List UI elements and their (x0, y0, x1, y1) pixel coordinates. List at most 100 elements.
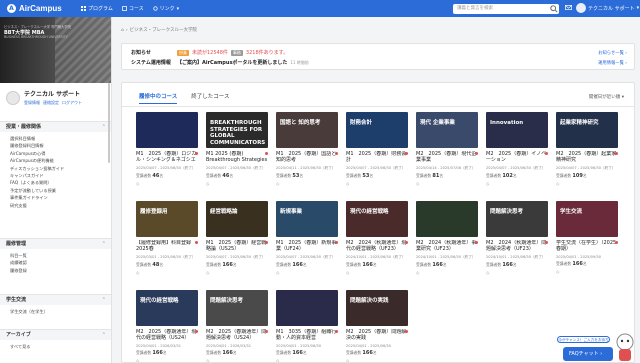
nav-link[interactable]: リンク ▾ (153, 5, 179, 12)
course-thumbnail[interactable]: 問題解決思考 (206, 290, 268, 326)
nav-course[interactable]: コース (121, 5, 144, 12)
logout-link[interactable]: ログアウト (62, 100, 82, 106)
course-title[interactable]: M1 2025（春期）国語と知的思考 (276, 151, 338, 164)
sidebar-item[interactable]: 成績確認 (10, 259, 102, 266)
profile-link-settings[interactable]: 連絡設定 (43, 100, 59, 106)
sidebar-item[interactable]: 履修登録 (10, 267, 102, 274)
course-thumbnail[interactable]: BREAKTHROUGH STRATEGIES FOR GLOBAL COMMU… (206, 112, 268, 148)
sidebar-item[interactable]: AirCampusの便利機能 (10, 157, 102, 164)
side-head[interactable]: アーカイブ ⌃ (0, 329, 111, 340)
course-thumbnail[interactable]: 現代の経営戦略 (346, 201, 408, 237)
sidebar-item[interactable]: 学生交流（在学生） (10, 308, 102, 315)
course-title[interactable]: M2 2024（秋期通年）事業研究（UF23） (416, 240, 478, 253)
tab-finished-courses[interactable]: 終了したコース (191, 92, 229, 104)
unread-count-link[interactable]: 未読が12548件 (192, 49, 228, 56)
avatar (576, 3, 586, 13)
course-card[interactable]: M1 3035（春期）組織行動・人的資本経営 2025/04/01 - 2025/… (276, 290, 338, 362)
sidebar-item[interactable]: 履修登録科目情報 (10, 142, 102, 149)
course-thumbnail[interactable] (136, 112, 198, 148)
course-thumbnail[interactable]: Innovation (486, 112, 548, 148)
course-card[interactable]: 学生交流 学生交流（在学生）（2025春期） 2025/04/01 - 2025/0… (556, 201, 618, 281)
course-thumbnail[interactable]: 現代 企業事業 (416, 112, 478, 148)
ops-list-link[interactable]: 運用情報一覧 › (598, 60, 627, 66)
course-card[interactable]: 履修登録用 【履修登録用】科目登録 2025春 2025/03/01 - 2025/… (136, 201, 198, 281)
course-thumbnail[interactable]: 問題解決思考 (486, 201, 548, 237)
side-head[interactable]: 授業・履修関係 ⌃ (0, 121, 111, 132)
course-title[interactable]: M2 2025（春期通年）現代の経営戦略（US24） (136, 329, 198, 342)
course-thumbnail[interactable]: 国語と 知的思考 (276, 112, 338, 148)
course-title[interactable]: M2 2024（秋期通年）問題解決思考（UF23） (486, 240, 548, 253)
course-thumbnail[interactable]: 学生交流 (556, 201, 618, 237)
sidebar-item[interactable]: 事件集ガイドライン (10, 194, 102, 201)
mail-icon[interactable] (565, 4, 572, 11)
course-title[interactable]: 【履修登録用】科目登録 2025春 (136, 240, 198, 253)
course-title[interactable]: 学生交流（在学生）（2025春期） (556, 240, 618, 253)
scrollbar[interactable] (108, 83, 110, 163)
course-title[interactable]: M2 2025（春期）起業家精神研究 (556, 151, 618, 164)
course-card[interactable]: 現代の経営戦略 M2 2024（秋期通年）現代の経営戦略（UF23） 2024/10… (346, 201, 408, 281)
course-card[interactable]: 現代 企業事業 M2 2025（春期）現代企業事業 2025/04/14 - 202… (416, 112, 478, 192)
course-card[interactable]: BREAKTHROUGH STRATEGIES FOR GLOBAL COMMU… (206, 112, 268, 192)
course-card[interactable]: 問題解決の実践 M2 2025（春期）問題解決の実践 2025/04/01 - 20… (346, 290, 408, 362)
course-thumbnail[interactable]: 経営戦略論 (206, 201, 268, 237)
office-count-link[interactable]: 3218件あります。 (246, 49, 288, 56)
course-thumbnail[interactable]: 新規事業 (276, 201, 338, 237)
home-icon[interactable]: ⌂ (121, 28, 124, 33)
course-title[interactable]: M1 2025（春期）財務会計 (346, 151, 408, 164)
course-card[interactable]: 問題解決思考 M2 2025（春期通年）問題解決思考（US24） 2025/04/0… (206, 290, 268, 362)
course-thumbnail[interactable]: 問題解決の実践 (346, 290, 408, 326)
sidebar-item[interactable]: 予定が流動している授業 (10, 187, 102, 194)
sidebar-item[interactable]: 科目一覧 (10, 252, 102, 259)
course-thumbnail[interactable]: 起業家精神研究 (556, 112, 618, 148)
tab-current-courses[interactable]: 履修中のコース (139, 92, 178, 104)
sidebar-item[interactable]: キャンパスガイド (10, 172, 102, 179)
nav-program[interactable]: プログラム (81, 5, 113, 12)
course-card[interactable]: 起業家精神研究 M2 2025（春期）起業家精神研究 2025/04/07 - 20… (556, 112, 618, 192)
course-title[interactable]: M2 2025（春期）現代企業事業 (416, 151, 478, 164)
system-message-link[interactable]: 【ご案内】AirCampusポータルを更新しました (177, 59, 287, 66)
profile-link-info[interactable]: 登録情報 (24, 100, 40, 106)
course-card[interactable]: Innovation M2 2025（春期）イノベーション 2025/04/07 -… (486, 112, 548, 192)
search-icon[interactable] (550, 5, 558, 13)
course-title[interactable]: M1 2025（春期）経営戦略論（US25） (206, 240, 268, 253)
course-card[interactable]: 経営戦略論 M1 2025（春期）経営戦略論（US25） 2025/04/07 - … (206, 201, 268, 281)
course-title[interactable]: M1 2025（春期）ロジカル・シンキング＆ネゴシエーション (136, 151, 198, 164)
search-input[interactable]: 講義と発言を検索 (453, 4, 559, 14)
course-date: 2024/10/01 - 2025/06/30（終了） (416, 255, 476, 259)
sidebar-item[interactable]: ディスカッション投稿ガイド (10, 165, 102, 172)
course-title[interactable]: M1 2025 (春期) Breakthrough Strategies for… (206, 151, 268, 164)
course-thumbnail[interactable] (416, 201, 478, 237)
course-card[interactable]: 財務会計 M1 2025（春期）財務会計 2025/04/07 - 2025/06/… (346, 112, 408, 192)
notice-list-link[interactable]: お知らせ一覧 › (598, 50, 627, 56)
course-card[interactable]: 新規事業 M1 2025（春期）新規事業（UF24） 2025/04/07 - 20… (276, 201, 338, 281)
user-menu[interactable]: テクニカル サポート ▾ (576, 3, 639, 13)
promo-button[interactable]: 今がチャンス！ご入力をお待ち (557, 336, 610, 343)
sidebar-item[interactable]: 研究支援 (10, 202, 102, 209)
sidebar-item[interactable]: AirCampusの心得 (10, 150, 102, 157)
course-title[interactable]: M2 2025（春期）問題解決の実践 (346, 329, 408, 342)
course-card[interactable]: 現代の経営戦略 M2 2025（春期通年）現代の経営戦略（US24） 2025/04… (136, 290, 198, 362)
course-title[interactable]: M2 2024（秋期通年）現代の経営戦略（UF23） (346, 240, 408, 253)
course-title[interactable]: M1 2025（春期）新規事業（UF24） (276, 240, 338, 253)
course-title[interactable]: M2 2025（春期）イノベーション (486, 151, 548, 164)
aircampus-logo[interactable]: A AirCampus (7, 4, 77, 13)
course-thumbnail[interactable]: 履修登録用 (136, 201, 198, 237)
side-head[interactable]: 学生交流 ⌃ (0, 294, 111, 305)
side-head[interactable]: 履修管理 ⌃ (0, 238, 111, 249)
course-title[interactable]: M1 3035（春期）組織行動・人的資本経営 (276, 329, 338, 342)
course-thumbnail[interactable]: 現代の経営戦略 (136, 290, 198, 326)
sidebar-item[interactable]: FAQ（よくある質問） (10, 179, 102, 186)
course-thumbnail[interactable] (276, 290, 338, 326)
course-title[interactable]: M2 2025（春期通年）問題解決思考（US24） (206, 329, 268, 342)
sort-dropdown[interactable]: 開催日が近い順 ▾ (589, 94, 624, 100)
clock-icon: ◷ (556, 269, 560, 274)
sidebar-item[interactable]: 選択科目情報 (10, 135, 102, 142)
faq-chat-button[interactable]: FAQチャット › (563, 347, 613, 361)
course-card[interactable]: M2 2024（秋期通年）事業研究（UF23） 2024/10/01 - 2025… (416, 201, 478, 281)
course-thumbnail[interactable]: 財務会計 (346, 112, 408, 148)
course-panel: 履修中のコース 終了したコース 開催日が近い順 ▾ M1 2025（春期）ロジカ… (121, 82, 635, 363)
course-card[interactable]: M1 2025（春期）ロジカル・シンキング＆ネゴシエーション 2025/04/07… (136, 112, 198, 192)
course-card[interactable]: 国語と 知的思考 M1 2025（春期）国語と知的思考 2025/04/11 - 2… (276, 112, 338, 192)
sidebar-item[interactable]: すべて見る (10, 343, 102, 350)
course-card[interactable]: 問題解決思考 M2 2024（秋期通年）問題解決思考（UF23） 2024/10/0… (486, 201, 548, 281)
